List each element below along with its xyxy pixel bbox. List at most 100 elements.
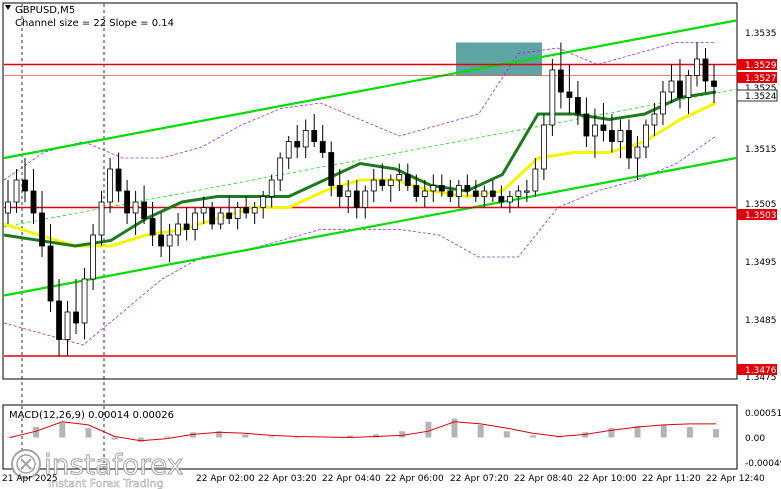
macd-histogram-bar — [425, 421, 432, 438]
price-panel-frame — [2, 2, 738, 380]
candle-body — [575, 97, 581, 115]
macd-histogram-bar — [33, 427, 40, 438]
macd-histogram-bar — [85, 428, 92, 438]
candle-body — [430, 185, 437, 192]
macd-tick: -0.00049 — [745, 459, 781, 469]
macd-title: MACD(12,26,9) 0.00014 0.00026 — [9, 410, 174, 421]
candle-body — [472, 190, 479, 197]
candle-body — [345, 190, 352, 197]
candle-body — [200, 207, 207, 214]
candle-body — [404, 174, 411, 186]
candle-body — [668, 80, 675, 93]
candle-body — [694, 58, 700, 76]
candle-body — [626, 130, 632, 159]
macd-histogram-bar — [294, 437, 301, 439]
candle-body — [702, 58, 709, 82]
time-tick: 22 Apr 12:40 — [706, 474, 765, 484]
candle-body — [175, 223, 182, 236]
candle-body — [47, 245, 54, 302]
candle-body — [336, 185, 343, 197]
chart-symbol: GBPUSD,M5 — [15, 5, 75, 16]
candle-body — [498, 196, 505, 203]
candle-body — [149, 218, 156, 236]
candle-body — [506, 196, 513, 203]
price-tag-label: 1.3524 — [745, 92, 777, 102]
candle-body — [107, 168, 113, 203]
macd-histogram-bar — [59, 422, 66, 438]
macd-histogram-bar — [529, 435, 536, 438]
candle-body — [677, 80, 683, 98]
candle-body — [251, 207, 258, 214]
candle-body — [56, 300, 62, 340]
macd-histogram-bar — [242, 434, 249, 438]
candle-body — [438, 185, 445, 192]
macd-histogram-bar — [503, 431, 510, 438]
watermark-tagline: Instant Forex Trading — [48, 477, 164, 489]
candle-body — [362, 190, 369, 208]
candle-body — [98, 201, 105, 236]
candle-body — [285, 141, 292, 159]
candle-body — [447, 190, 454, 197]
candle-body — [132, 201, 139, 214]
time-tick: 22 Apr 03:20 — [258, 474, 317, 484]
time-tick: 22 Apr 02:00 — [196, 474, 255, 484]
macd-histogram-bar — [686, 427, 693, 438]
candle-body — [540, 124, 547, 170]
time-tick: 22 Apr 06:00 — [385, 474, 444, 484]
candle-body — [379, 179, 386, 186]
macd-histogram-bar — [399, 431, 406, 438]
candle-body — [489, 190, 496, 197]
candle-body — [643, 124, 649, 148]
candle-body — [13, 179, 20, 203]
candle-body — [30, 190, 37, 214]
price-tag-label: 1.3529 — [745, 61, 777, 71]
candle-body — [311, 130, 318, 142]
candle-body — [234, 207, 241, 219]
time-tick: 22 Apr 08:40 — [514, 474, 573, 484]
candle-body — [192, 212, 199, 230]
price-tag-label: 1.3476 — [745, 366, 777, 376]
candle-body — [124, 190, 130, 214]
macd-tick: 0.00 — [745, 434, 765, 444]
macd-histogram-bar — [660, 424, 667, 438]
candle-body — [711, 80, 717, 87]
candle-body — [609, 130, 615, 142]
candle-body — [523, 190, 530, 193]
macd-tick: 0.00051 — [745, 409, 781, 419]
candle-body — [260, 196, 267, 208]
candle-body — [685, 75, 692, 98]
candle-body — [294, 141, 301, 148]
candle-body — [64, 311, 71, 340]
time-tick: 22 Apr 07:20 — [450, 474, 509, 484]
candle-body — [413, 185, 420, 197]
candle-body — [600, 124, 607, 131]
candle-body — [226, 212, 233, 219]
chart-canvas: instaforex Instant Forex Trading GBPUSD,… — [2, 2, 781, 489]
candle-body — [183, 223, 190, 230]
candle-body — [217, 212, 224, 225]
candle-body — [90, 234, 96, 280]
candle-body — [115, 168, 122, 192]
macd-histogram-bar — [111, 437, 118, 440]
price-tick: 1.3485 — [745, 316, 777, 326]
candle-body — [166, 234, 173, 247]
candle-body — [583, 113, 590, 137]
candle-body — [353, 190, 360, 208]
candle-body — [243, 207, 250, 214]
macd-histogram-bar — [713, 429, 719, 438]
time-tick: 22 Apr 10:00 — [578, 474, 637, 484]
candle-body — [268, 179, 275, 197]
price-tag-label: 1.3503 — [745, 211, 777, 221]
macd-histogram-bar — [163, 436, 170, 438]
candle-body — [617, 130, 624, 142]
candle-body — [651, 113, 658, 126]
candle-body — [634, 146, 641, 159]
price-tick: 1.3505 — [745, 200, 777, 210]
macd-histogram-bar — [477, 424, 484, 438]
candle-body — [209, 207, 216, 225]
candle-body — [660, 91, 666, 115]
candle-body — [319, 141, 326, 153]
candle-body — [158, 234, 165, 247]
macd-histogram-bar — [268, 436, 275, 438]
price-tags: 1.3529 1.3527 1.3524 1.3503 1.3476 — [736, 59, 778, 376]
